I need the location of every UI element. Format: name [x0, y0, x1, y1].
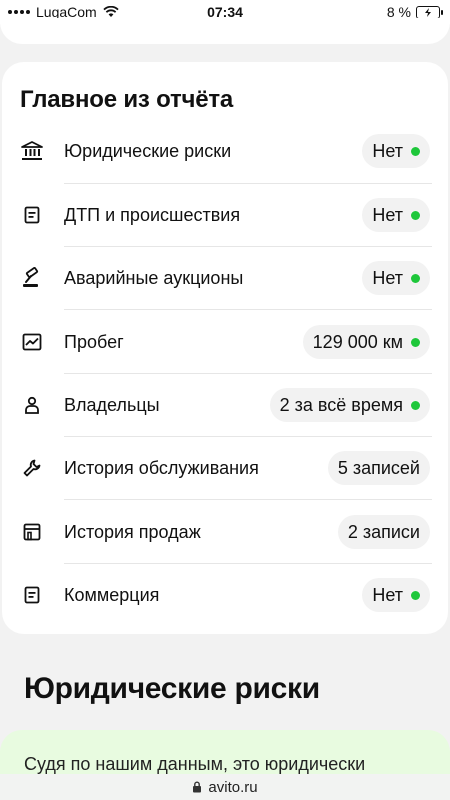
- status-badge: Нет: [362, 261, 430, 295]
- badge-value: 2 за всё время: [279, 394, 403, 415]
- summary-row-mileage[interactable]: Пробег 129 000 км: [20, 311, 430, 373]
- status-dot-icon: [411, 337, 420, 347]
- battery-icon: [416, 5, 443, 19]
- row-label: История обслуживания: [64, 457, 259, 478]
- status-dot-icon: [411, 210, 420, 220]
- wifi-icon: [103, 6, 119, 17]
- status-dot-icon: [411, 400, 420, 410]
- row-divider: [64, 499, 432, 500]
- browser-url-bar[interactable]: avito.ru: [0, 774, 450, 800]
- lock-icon: [193, 781, 202, 793]
- badge-value: Нет: [372, 140, 403, 161]
- status-dot-icon: [411, 146, 420, 156]
- row-label: Коммерция: [64, 584, 160, 605]
- legal-info-text: Судя по нашим данным, это юридически: [24, 754, 366, 774]
- summary-row-auctions[interactable]: Аварийные аукционы Нет: [20, 247, 430, 309]
- summary-row-owners[interactable]: Владельцы 2 за всё время: [20, 374, 430, 436]
- status-badge: 2 за всё время: [269, 388, 430, 422]
- bank-icon: [20, 139, 44, 163]
- report-summary-card: Главное из отчёта Юридические риски Нет: [2, 62, 448, 634]
- summary-row-sales-history[interactable]: История продаж 2 записи: [20, 501, 430, 563]
- person-icon: [20, 393, 44, 417]
- summary-row-service-history[interactable]: История обслуживания 5 записей: [20, 437, 430, 499]
- badge-value: Нет: [372, 584, 403, 605]
- charging-bolt-icon: [425, 7, 431, 17]
- badge-value: 129 000 км: [312, 331, 403, 352]
- url-text: avito.ru: [208, 778, 258, 796]
- row-label: История продаж: [64, 521, 201, 542]
- summary-row-accidents[interactable]: ДТП и происшествия Нет: [20, 184, 430, 246]
- signal-icon: [8, 10, 30, 14]
- row-label: Владельцы: [64, 394, 160, 415]
- summary-title: Главное из отчёта: [20, 86, 234, 113]
- chart-icon: [20, 330, 44, 354]
- badge-value: Нет: [372, 267, 403, 288]
- store-icon: [20, 520, 44, 544]
- status-dot-icon: [411, 590, 420, 600]
- badge-value: Нет: [372, 204, 403, 225]
- badge-value: 5 записей: [337, 457, 420, 478]
- gavel-icon: [20, 266, 44, 290]
- row-label: ДТП и происшествия: [64, 204, 241, 225]
- status-badge: Нет: [362, 198, 430, 232]
- status-badge: 129 000 км: [302, 325, 430, 359]
- previous-card: [0, 18, 450, 44]
- row-label: Аварийные аукционы: [64, 267, 244, 288]
- status-badge: 2 записи: [337, 515, 430, 549]
- status-badge: 5 записей: [327, 451, 430, 485]
- document-icon: [20, 583, 44, 607]
- row-label: Пробег: [64, 331, 124, 352]
- badge-value: 2 записи: [347, 521, 420, 542]
- document-icon: [20, 203, 44, 227]
- summary-row-legal-risks[interactable]: Юридические риски Нет: [20, 120, 430, 182]
- wrench-icon: [20, 456, 44, 480]
- row-divider: [64, 309, 432, 310]
- summary-row-commerce[interactable]: Коммерция Нет: [20, 564, 430, 626]
- row-label: Юридические риски: [64, 140, 232, 161]
- status-badge: Нет: [362, 134, 430, 168]
- legal-risks-heading: Юридические риски: [24, 672, 320, 705]
- status-badge: Нет: [362, 578, 430, 612]
- status-dot-icon: [411, 273, 420, 283]
